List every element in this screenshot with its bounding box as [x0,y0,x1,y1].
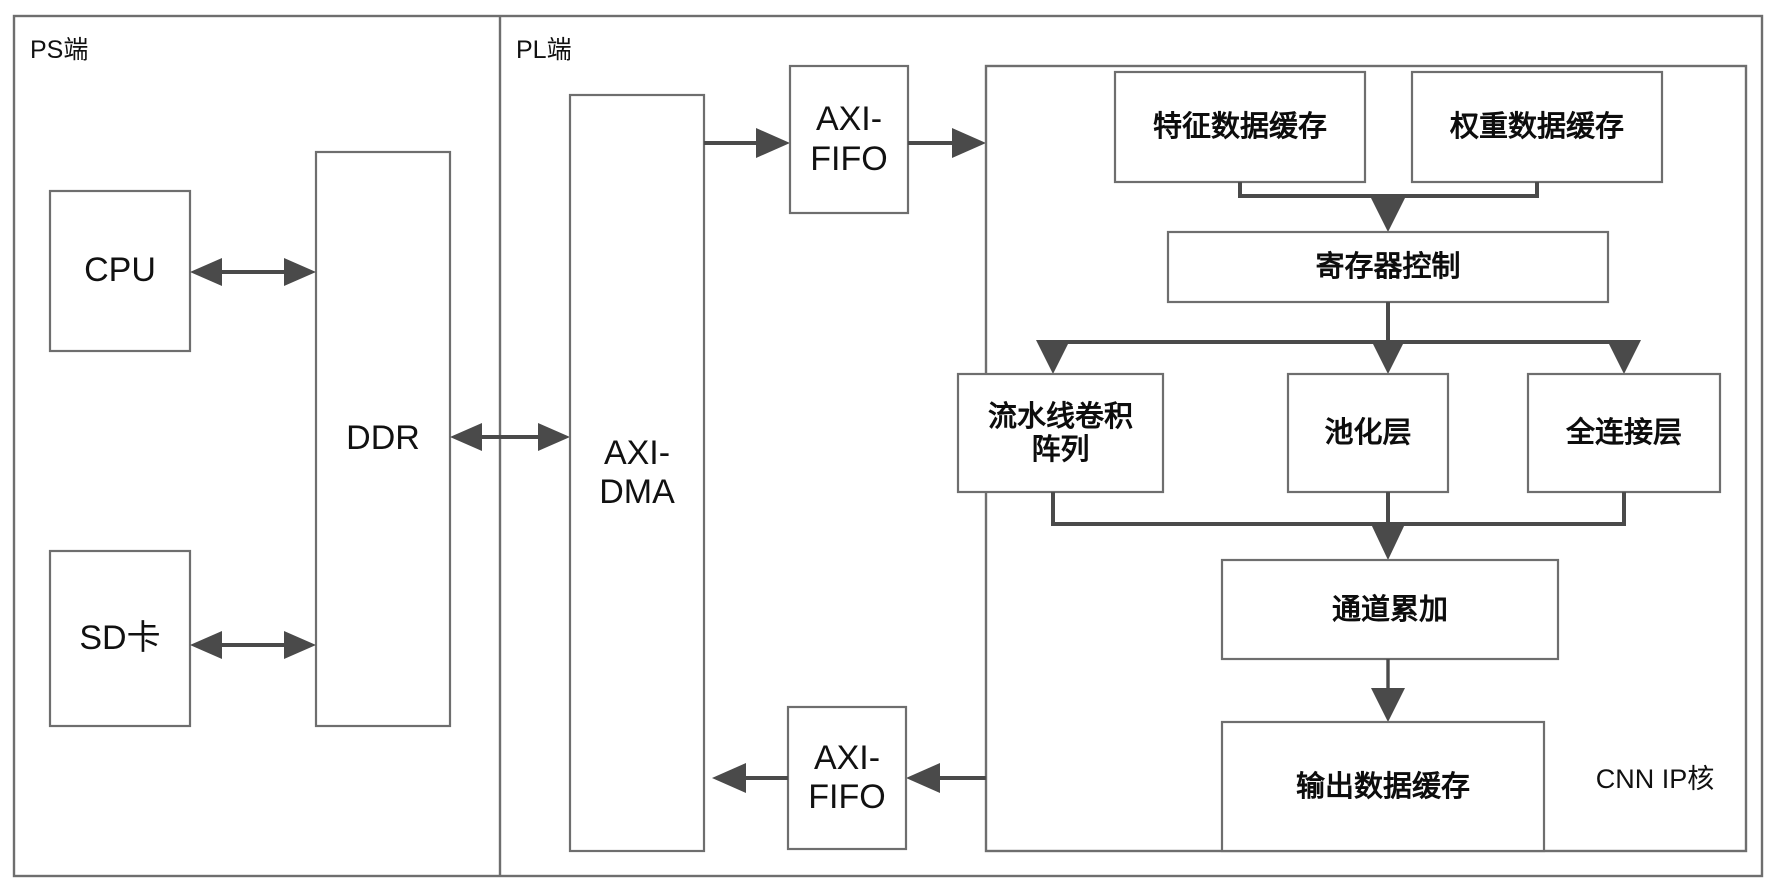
diagram-canvas: PS端 PL端 CPU SD卡 DDR AXI- DMA AXI- FIFO A… [0,0,1776,892]
block-channel-accum[interactable] [1220,558,1560,661]
connector-featurebuffer-down [1238,182,1390,214]
block-conv-array[interactable] [956,372,1165,494]
diagram-svg [12,14,1764,878]
arrow-cnncore-fifoout [906,763,940,793]
block-pooling-layer[interactable] [1286,372,1450,494]
block-feature-buffer[interactable] [1113,70,1367,184]
arrow-ddr-axidma-left [450,423,482,451]
block-axi-fifo-in[interactable] [788,64,910,215]
connector-weightbuffer-down [1388,182,1539,198]
block-ddr[interactable] [314,150,452,728]
arrow-channelaccum-outputbuffer [1371,688,1405,722]
arrow-fifoout-axidma [712,763,746,793]
arrow-registerctrl-convarray [1036,340,1070,374]
arrow-fifoin-cnncore [952,128,986,158]
arrow-cpu-ddr-right [284,258,316,286]
arrow-layers-channelaccum [1371,524,1405,560]
block-axi-dma[interactable] [568,93,706,853]
arrow-registerctrl-fclayer [1607,340,1641,374]
block-sd-card[interactable] [48,549,192,728]
arrow-axidma-fifoin [756,128,790,158]
arrow-ddr-axidma-right [538,423,570,451]
block-axi-fifo-out[interactable] [786,705,908,851]
connector-convarray-down [1051,492,1388,526]
arrow-cpu-ddr-left [190,258,222,286]
block-cpu[interactable] [48,189,192,353]
connector-fclayer-down [1388,492,1626,526]
block-weight-buffer[interactable] [1410,70,1664,184]
block-fc-layer[interactable] [1526,372,1722,494]
arrow-registerctrl-pooling [1371,340,1405,374]
arrow-buffers-registerctrl [1371,198,1405,232]
arrow-sdcard-ddr-left [190,631,222,659]
block-output-buffer[interactable] [1220,720,1546,853]
arrow-sdcard-ddr-right [284,631,316,659]
block-register-ctrl[interactable] [1166,230,1610,304]
